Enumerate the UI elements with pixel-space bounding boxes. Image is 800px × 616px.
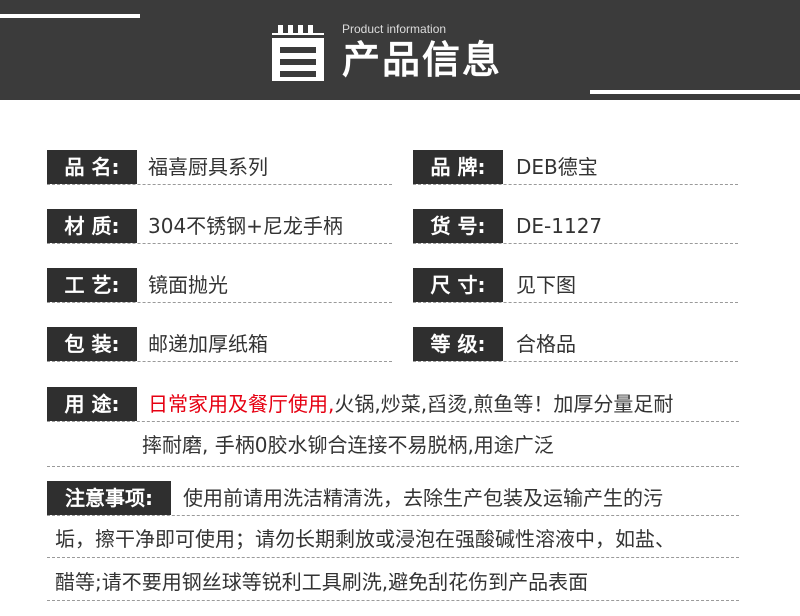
usage-line-2: 摔耐磨, 手柄0胶水铆合连接不易脱柄,用途广泛 xyxy=(142,433,554,457)
field-label: 品 名: xyxy=(47,150,137,184)
usage-text: 火锅,炒菜,舀烫,煎鱼等！加厚分量足耐 xyxy=(334,392,674,416)
document-list-icon xyxy=(272,25,324,81)
divider xyxy=(47,557,739,558)
field-size: 尺 寸: 见下图 xyxy=(413,268,738,303)
header-subtitle: Product information xyxy=(342,22,447,36)
field-name: 品 名: 福喜厨具系列 xyxy=(47,150,392,185)
field-value: DE-1127 xyxy=(516,214,603,238)
field-value: 邮递加厚纸箱 xyxy=(148,332,268,356)
field-label: 材 质: xyxy=(47,209,137,243)
notes-label: 注意事项: xyxy=(47,481,171,515)
field-value: 镜面抛光 xyxy=(148,273,228,297)
header-accent-line-right xyxy=(590,90,800,94)
field-package: 包 装: 邮递加厚纸箱 xyxy=(47,327,392,362)
field-craft: 工 艺: 镜面抛光 xyxy=(47,268,392,303)
field-value: 304不锈钢+尼龙手柄 xyxy=(148,214,343,238)
divider xyxy=(47,515,739,516)
field-value: 见下图 xyxy=(516,273,576,297)
page-title: 产品信息 xyxy=(342,38,503,82)
field-grade: 等 级: 合格品 xyxy=(413,327,738,362)
field-label: 货 号: xyxy=(413,209,503,243)
field-model: 货 号: DE-1127 xyxy=(413,209,738,244)
field-label: 等 级: xyxy=(413,327,503,361)
usage-line-1: 日常家用及餐厅使用,火锅,炒菜,舀烫,煎鱼等！加厚分量足耐 xyxy=(148,387,673,421)
header-accent-line-left xyxy=(0,14,140,18)
field-value: 福喜厨具系列 xyxy=(148,155,268,179)
field-value: 合格品 xyxy=(516,332,576,356)
field-label: 包 装: xyxy=(47,327,137,361)
field-label: 品 牌: xyxy=(413,150,503,184)
usage-label: 用 途: xyxy=(47,387,137,421)
divider xyxy=(47,466,739,467)
field-value: DEB德宝 xyxy=(516,155,598,179)
notes-line-3: 醋等;请不要用钢丝球等锐利工具刷洗,避免刮花伤到产品表面 xyxy=(55,570,589,594)
divider xyxy=(47,421,739,422)
usage-highlight: 日常家用及餐厅使用, xyxy=(148,392,335,416)
field-label: 工 艺: xyxy=(47,268,137,302)
divider xyxy=(47,600,739,601)
header-banner: Product information 产品信息 xyxy=(0,0,800,100)
field-material: 材 质: 304不锈钢+尼龙手柄 xyxy=(47,209,392,244)
notes-line-1: 使用前请用洗洁精清洗，去除生产包装及运输产生的污 xyxy=(183,486,663,510)
notes-line-2: 垢，擦干净即可使用；请勿长期剩放或浸泡在强酸碱性溶液中，如盐、 xyxy=(55,527,675,551)
field-label: 尺 寸: xyxy=(413,268,503,302)
field-brand: 品 牌: DEB德宝 xyxy=(413,150,738,185)
